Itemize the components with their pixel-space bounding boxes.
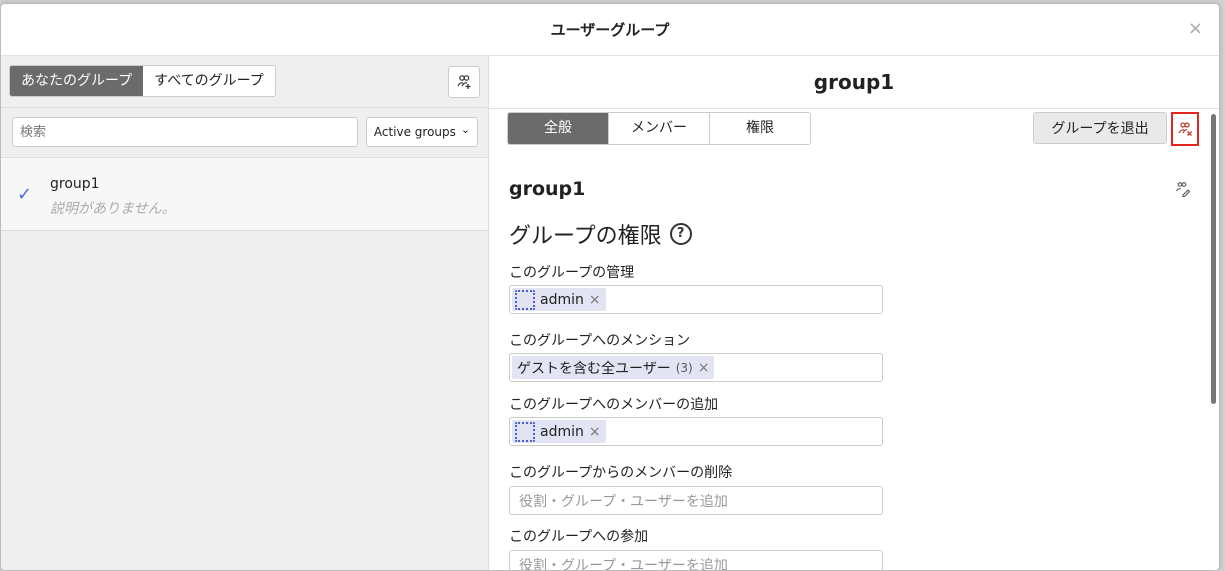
chip-label: admin xyxy=(540,291,584,308)
user-group-remove-icon xyxy=(1178,122,1192,136)
divider xyxy=(489,108,1219,109)
chevron-down-icon: ⌄ xyxy=(460,122,471,136)
permissions-heading: グループの権限 ? xyxy=(509,218,692,250)
chip-remove-icon[interactable]: × xyxy=(589,424,601,440)
permission-field[interactable]: admin × xyxy=(509,417,883,446)
leave-group-button[interactable]: グループを退出 xyxy=(1033,112,1167,144)
group-detail-title: group1 xyxy=(813,70,895,94)
role-chip: admin × xyxy=(512,420,606,443)
help-icon[interactable]: ? xyxy=(669,223,692,245)
permission-field[interactable]: 役割・グループ・ユーザーを追加 xyxy=(509,486,883,515)
permission-label: このグループへの参加 xyxy=(509,529,649,545)
user-groups-modal: ユーザーグループ × あなたのグループ すべてのグループ Active grou… xyxy=(1,4,1219,570)
tab-permissions[interactable]: 権限 xyxy=(709,113,810,144)
permission-field[interactable]: 役割・グループ・ユーザーを追加 xyxy=(509,550,883,570)
group-filter-select[interactable]: Active groups ⌄ xyxy=(366,117,478,147)
group-name: group1 xyxy=(50,176,100,192)
group-detail-pane: group1 全般 メンバー 権限 グループを退出 group1 グループの権限… xyxy=(489,56,1219,570)
modal-header: ユーザーグループ × xyxy=(1,4,1219,56)
permission-label: このグループの管理 xyxy=(509,265,635,281)
group-chip: ゲストを含む全ユーザー (3) × xyxy=(512,356,715,379)
chip-remove-icon[interactable]: × xyxy=(589,292,601,308)
filter-label: Active groups xyxy=(373,125,456,139)
chip-label: ゲストを含む全ユーザー xyxy=(517,360,671,377)
tab-general[interactable]: 全般 xyxy=(508,113,608,144)
edit-group-icon xyxy=(1176,182,1191,198)
check-icon: ✓ xyxy=(17,184,33,205)
group-list-item[interactable]: ✓ group1 説明がありません。 xyxy=(1,158,488,231)
tab-your-groups[interactable]: あなたのグループ xyxy=(10,66,144,96)
role-icon xyxy=(515,289,535,310)
divider xyxy=(1,107,488,108)
permission-field[interactable]: ゲストを含む全ユーザー (3) × xyxy=(509,353,883,382)
group-detail-tabs: 全般 メンバー 権限 xyxy=(507,112,811,145)
remove-from-group-button[interactable] xyxy=(1171,112,1199,146)
tab-all-groups[interactable]: すべてのグループ xyxy=(143,66,275,96)
group-name-heading: group1 xyxy=(509,178,586,200)
group-scope-toggle: あなたのグループ すべてのグループ xyxy=(9,65,276,97)
tab-members[interactable]: メンバー xyxy=(608,113,709,144)
permission-placeholder: 役割・グループ・ユーザーを追加 xyxy=(519,493,728,510)
group-description: 説明がありません。 xyxy=(50,201,176,217)
scrollbar[interactable] xyxy=(1211,114,1216,404)
new-group-button[interactable] xyxy=(448,66,480,98)
chip-count: (3) xyxy=(675,360,693,375)
group-list-pane: あなたのグループ すべてのグループ Active groups ⌄ ✓ grou… xyxy=(1,56,489,570)
permission-placeholder: 役割・グループ・ユーザーを追加 xyxy=(519,557,728,571)
permission-label: このグループへのメンション xyxy=(509,333,691,349)
chip-label: admin xyxy=(540,423,584,440)
permissions-title: グループの権限 xyxy=(509,224,662,249)
permission-label: このグループからのメンバーの削除 xyxy=(509,465,733,481)
role-icon xyxy=(515,421,535,442)
modal-title: ユーザーグループ xyxy=(550,21,670,39)
close-icon[interactable]: × xyxy=(1188,18,1203,39)
user-group-add-icon xyxy=(457,75,471,89)
search-input[interactable] xyxy=(12,117,358,147)
permission-label: このグループへのメンバーの追加 xyxy=(509,397,719,413)
role-chip: admin × xyxy=(512,288,606,311)
edit-group-button[interactable] xyxy=(1175,181,1191,201)
permission-field[interactable]: admin × xyxy=(509,285,883,314)
chip-remove-icon[interactable]: × xyxy=(698,360,710,376)
